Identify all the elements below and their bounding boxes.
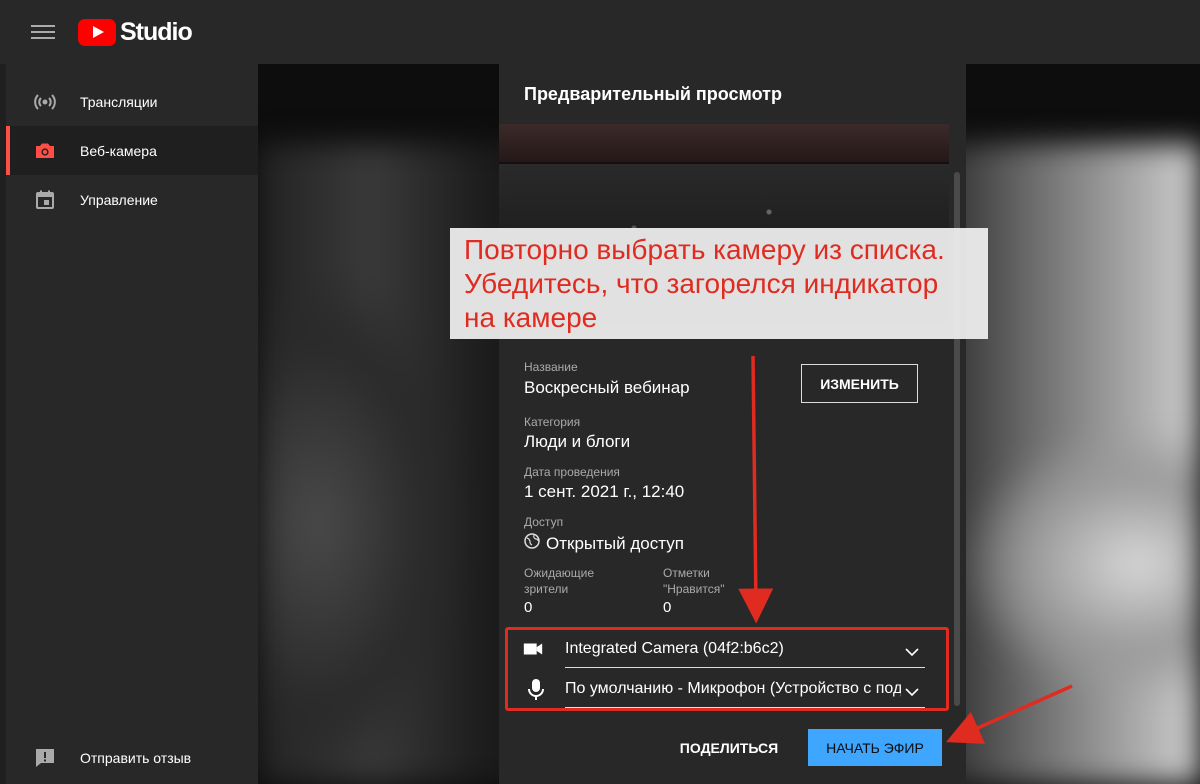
access-label: Доступ	[524, 515, 564, 529]
microphone-select-value: По умолчанию - Микрофон (Устройство с по…	[565, 680, 901, 697]
likes-label-line1: Отметки	[663, 566, 710, 580]
category-value: Люди и блоги	[524, 432, 631, 451]
sidebar: Трансляции Веб-камера Управление Отправи…	[0, 64, 258, 784]
sidebar-item-label: Трансляции	[80, 93, 158, 110]
waiting-viewers-value: 0	[524, 599, 533, 616]
top-bar: Studio	[0, 0, 1200, 64]
share-button[interactable]: ПОДЕЛИТЬСЯ	[670, 730, 788, 766]
microphone-icon	[526, 678, 554, 700]
globe-icon	[524, 533, 540, 554]
sidebar-item-manage[interactable]: Управление	[6, 175, 258, 224]
calendar-icon	[33, 188, 57, 212]
access-value: Открытый доступ	[546, 533, 684, 553]
camera-row: Integrated Camera (04f2:b6c2)	[522, 632, 926, 668]
camera-select-value: Integrated Camera (04f2:b6c2)	[565, 640, 784, 657]
video-camera-icon	[522, 638, 550, 660]
waiting-viewers-label-line2: зрители	[524, 582, 569, 596]
send-feedback-button[interactable]: Отправить отзыв	[6, 733, 258, 782]
feedback-icon	[33, 746, 57, 770]
access-row: Открытый доступ	[524, 533, 684, 554]
hamburger-menu-icon[interactable]	[31, 22, 55, 42]
feedback-label: Отправить отзыв	[80, 749, 192, 766]
sidebar-item-label: Веб-камера	[80, 142, 157, 159]
logo-text: Studio	[120, 17, 193, 46]
category-label: Категория	[524, 415, 581, 429]
annotation-line-3: на камере	[464, 302, 598, 333]
go-live-button[interactable]: НАЧАТЬ ЭФИР	[808, 729, 942, 766]
title-value: Воскресный вебинар	[524, 378, 690, 397]
annotation-callout: Повторно выбрать камеру из списка. Убеди…	[450, 228, 988, 339]
sidebar-item-broadcasts[interactable]: Трансляции	[6, 77, 258, 126]
waiting-viewers-label-line1: Ожидающие	[524, 566, 594, 580]
likes-value: 0	[663, 599, 672, 616]
annotation-line-1: Повторно выбрать камеру из списка.	[464, 234, 945, 265]
broadcast-icon	[33, 90, 57, 114]
youtube-play-icon	[78, 18, 116, 46]
camera-select[interactable]: Integrated Camera (04f2:b6c2)	[565, 632, 925, 668]
microphone-select[interactable]: По умолчанию - Микрофон (Устройство с по…	[565, 672, 925, 708]
date-value: 1 сент. 2021 г., 12:40	[524, 482, 685, 501]
chevron-down-icon	[905, 684, 919, 702]
likes-label-line2: "Нравится"	[663, 582, 725, 596]
sidebar-item-webcam[interactable]: Веб-камера	[6, 126, 258, 175]
chevron-down-icon	[905, 644, 919, 662]
title-label: Название	[524, 360, 578, 374]
edit-button[interactable]: ИЗМЕНИТЬ	[801, 364, 918, 403]
sidebar-item-label: Управление	[80, 191, 158, 208]
camera-icon	[33, 139, 57, 163]
youtube-studio-logo[interactable]: Studio	[78, 17, 193, 47]
dialog-title: Предварительный просмотр	[524, 84, 782, 104]
annotation-line-2: Убедитесь, что загорелся индикатор	[464, 268, 939, 299]
microphone-row: По умолчанию - Микрофон (Устройство с по…	[522, 672, 926, 708]
date-label: Дата проведения	[524, 465, 620, 479]
